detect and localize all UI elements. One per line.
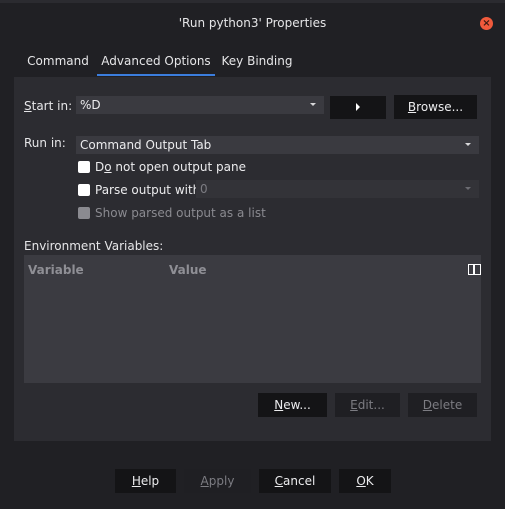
start-in-label: Start in: — [24, 99, 73, 113]
play-arrow-icon — [356, 103, 360, 111]
run-in-combo[interactable]: Command Output Tab — [76, 136, 479, 154]
close-button[interactable]: × — [480, 17, 493, 30]
start-in-combo[interactable]: %D — [76, 96, 324, 114]
env-vars-table[interactable]: Variable Value — [24, 255, 481, 383]
parse-output-checkbox[interactable] — [78, 184, 90, 196]
cancel-button[interactable]: Cancel — [259, 469, 331, 493]
column-header-value[interactable]: Value — [169, 263, 207, 277]
chevron-down-icon — [465, 143, 471, 146]
tab-key-binding[interactable]: Key Binding — [219, 48, 295, 76]
parse-output-label: Parse output with: — [95, 183, 205, 197]
new-button[interactable]: New... — [258, 393, 327, 417]
top-strip — [0, 0, 505, 3]
chevron-down-icon — [310, 103, 316, 106]
column-header-variable[interactable]: Variable — [28, 263, 84, 277]
run-in-value: Command Output Tab — [80, 138, 212, 152]
do-not-open-checkbox[interactable] — [78, 161, 90, 173]
browse-button[interactable]: Browse... — [394, 95, 477, 119]
parse-output-value: 0 — [200, 182, 208, 196]
columns-icon[interactable] — [468, 264, 481, 275]
window-title: 'Run python3' Properties — [178, 16, 327, 30]
start-in-value: %D — [80, 98, 101, 112]
run-in-label: Run in: — [24, 136, 66, 150]
do-not-open-label: Do not open output pane — [95, 160, 246, 174]
parse-output-combo[interactable]: 0 — [196, 180, 479, 198]
advanced-options-panel: Start in: %D Browse... Run in: Command O… — [14, 77, 491, 441]
ok-button[interactable]: OK — [339, 469, 391, 493]
show-parsed-checkbox[interactable] — [78, 207, 90, 219]
close-icon: × — [482, 18, 491, 29]
show-parsed-label: Show parsed output as a list — [95, 206, 266, 220]
edit-button[interactable]: Edit... — [335, 393, 400, 417]
env-vars-label: Environment Variables: — [24, 239, 164, 253]
tab-command[interactable]: Command — [14, 48, 102, 76]
apply-button[interactable]: Apply — [184, 469, 251, 493]
delete-button[interactable]: Delete — [408, 393, 477, 417]
tab-advanced-options[interactable]: Advanced Options — [97, 48, 215, 76]
chevron-down-icon — [465, 187, 471, 190]
start-in-menu-button[interactable] — [330, 96, 386, 119]
help-button[interactable]: Help — [115, 469, 176, 493]
